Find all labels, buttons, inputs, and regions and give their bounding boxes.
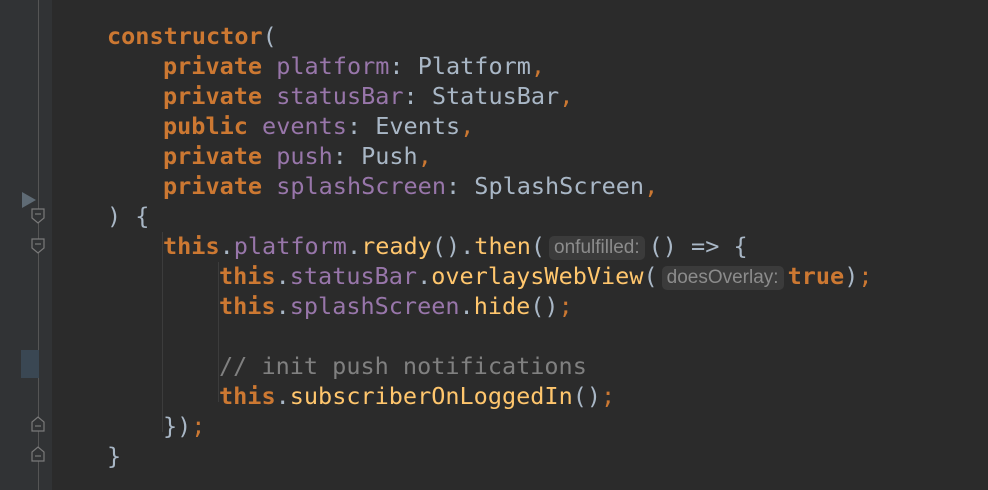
keyword: public — [163, 112, 248, 140]
parameter-hint: doesOverlay: — [661, 266, 784, 290]
code-line[interactable]: private push: Push, — [163, 141, 432, 171]
dot: . — [346, 232, 362, 260]
brace: } — [107, 442, 122, 470]
semicolon: ; — [558, 292, 573, 320]
semicolon: ; — [191, 412, 206, 440]
brace: }) — [163, 412, 192, 440]
semicolon: ; — [601, 382, 616, 410]
code-editor[interactable]: constructor( private platform: Platform,… — [0, 0, 988, 490]
method-name: hide — [473, 292, 531, 320]
colon: : — [403, 82, 418, 110]
keyword: private — [163, 82, 263, 110]
code-line[interactable]: private platform: Platform, — [163, 51, 545, 81]
colon: : — [332, 142, 347, 170]
dot: . — [219, 232, 234, 260]
keyword: private — [163, 142, 263, 170]
code-comment: // init push notifications — [219, 352, 587, 380]
code-line[interactable]: this.statusBar.overlaysWebView(doesOverl… — [219, 261, 873, 291]
code-line[interactable]: } — [107, 441, 121, 471]
method-name: subscriberOnLoggedIn — [289, 382, 573, 410]
dot: . — [417, 262, 432, 290]
code-line[interactable]: this.platform.ready().then(onfulfilled:(… — [163, 231, 748, 261]
keyword: private — [163, 52, 263, 80]
param-name: push — [276, 142, 333, 170]
call-parens: () — [572, 382, 602, 410]
type-name: Platform — [417, 52, 531, 80]
paren: ( — [643, 262, 658, 290]
keyword: this — [219, 262, 276, 290]
code-line[interactable]: this.subscriberOnLoggedIn(); — [219, 381, 615, 411]
code-line[interactable]: ) { — [107, 201, 149, 231]
call-parens: (). — [431, 232, 475, 260]
arrow-function: () => { — [648, 232, 748, 260]
type-name: StatusBar — [431, 82, 560, 110]
colon: : — [346, 112, 362, 140]
code-line[interactable]: }); — [163, 411, 205, 441]
method-name: ready — [361, 232, 432, 260]
method-name: overlaysWebView — [431, 262, 644, 290]
field-name: splashScreen — [289, 292, 460, 320]
param-name: statusBar — [276, 82, 404, 110]
field-name: platform — [233, 232, 347, 260]
paren: ) — [844, 262, 859, 290]
code-line[interactable]: public events: Events, — [163, 111, 474, 141]
dot: . — [459, 292, 474, 320]
code-line[interactable]: constructor( — [107, 21, 277, 51]
dot: . — [275, 262, 290, 290]
comma: , — [559, 82, 574, 110]
code-line[interactable]: private splashScreen: SplashScreen, — [163, 171, 658, 201]
colon: : — [445, 172, 461, 200]
code-line[interactable]: private statusBar: StatusBar, — [163, 81, 573, 111]
paren: ( — [530, 232, 546, 260]
param-name: platform — [276, 52, 390, 80]
semicolon: ; — [858, 262, 873, 290]
comma: , — [460, 112, 475, 140]
comma: , — [417, 142, 432, 170]
code-line[interactable]: this.splashScreen.hide(); — [219, 291, 573, 321]
brace: ) { — [107, 202, 150, 230]
code-line[interactable]: // init push notifications — [219, 351, 587, 381]
type-name: Push — [361, 142, 418, 170]
dot: . — [275, 382, 290, 410]
boolean-literal: true — [787, 262, 845, 290]
type-name: SplashScreen — [474, 172, 645, 200]
colon: : — [389, 52, 404, 80]
keyword: this — [219, 292, 276, 320]
keyword: private — [163, 172, 263, 200]
dot: . — [275, 292, 290, 320]
indent-guide — [162, 232, 163, 432]
field-name: statusBar — [289, 262, 418, 290]
param-name: events — [262, 112, 347, 140]
method-name: then — [474, 232, 531, 260]
call-parens: () — [530, 292, 559, 320]
comma: , — [530, 52, 546, 80]
parameter-hint: onfulfilled: — [549, 236, 645, 260]
keyword: this — [163, 232, 220, 260]
paren: ( — [262, 22, 277, 50]
keyword: this — [219, 382, 276, 410]
param-name: splashScreen — [276, 172, 446, 200]
keyword: constructor — [107, 22, 263, 50]
comma: , — [644, 172, 659, 200]
type-name: Events — [375, 112, 461, 140]
